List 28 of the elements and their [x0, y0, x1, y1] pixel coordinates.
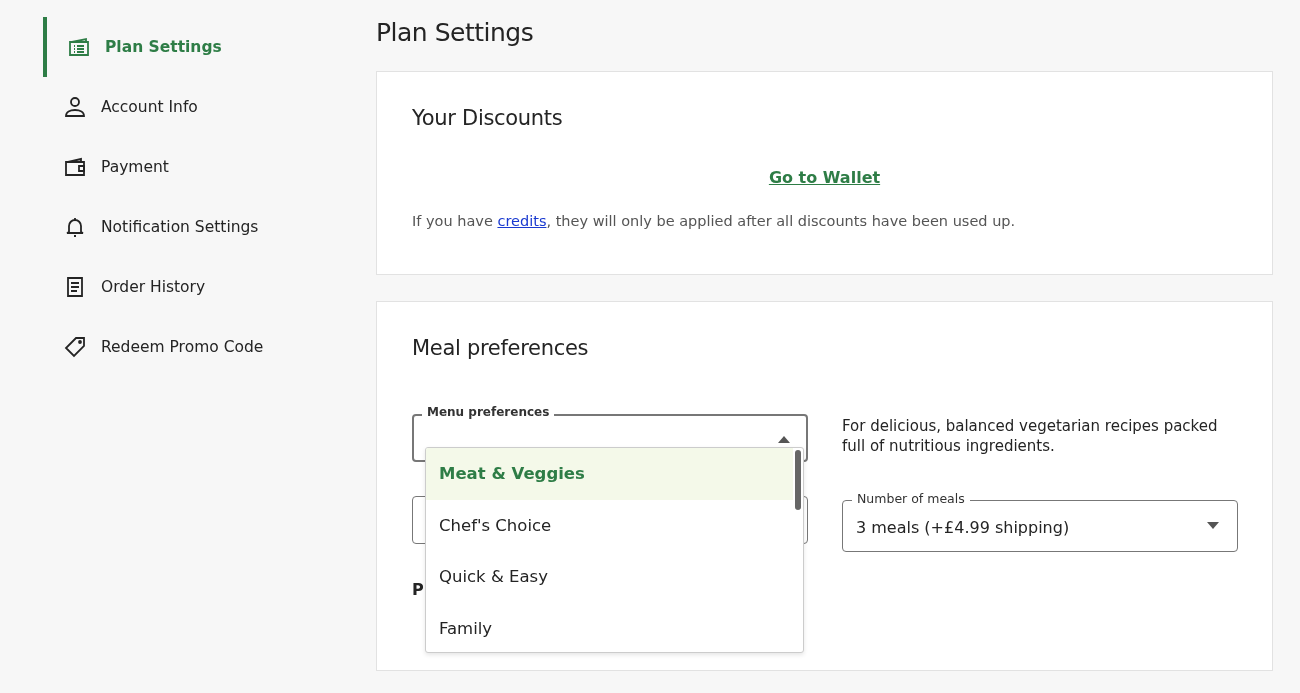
dropdown-option[interactable]: Quick & Easy — [426, 551, 793, 603]
sidebar-item[interactable]: Account Info — [43, 77, 345, 137]
section-heading: P — [412, 580, 423, 599]
plan-card-icon — [67, 35, 91, 59]
card-title: Your Discounts — [412, 106, 564, 130]
field-label: Number of meals — [852, 491, 970, 506]
select-value: 3 meals (+£4.99 shipping) — [855, 517, 1070, 537]
wallet-icon — [63, 155, 87, 179]
sidebar-item[interactable]: Order History — [43, 257, 345, 317]
field-label: Menu preferences — [422, 405, 555, 419]
dropdown-option[interactable]: Meat & Veggies — [426, 448, 793, 500]
page-title: Plan Settings — [376, 18, 535, 47]
description-text: For delicious, balanced vegetarian recipes packed full of nutritious ingredients. — [842, 416, 1219, 456]
dropdown-option[interactable]: Chef's Choice — [426, 499, 793, 551]
card-title: Meal preferences — [412, 336, 590, 360]
wallet-link[interactable]: Go to Wallet — [768, 168, 881, 187]
person-icon — [63, 95, 87, 119]
tag-icon — [63, 335, 87, 359]
caret-icon — [1207, 522, 1219, 529]
credits-link[interactable]: credits — [497, 213, 547, 229]
caret-icon — [778, 436, 790, 443]
credits-note: If you have credits, they will only be applied after all discounts have been used up. — [412, 213, 1017, 229]
dropdown-option[interactable]: Family — [426, 602, 793, 652]
sidebar-item[interactable]: Plan Settings — [43, 17, 345, 77]
sidebar-item[interactable]: Payment — [43, 137, 345, 197]
sidebar-item[interactable]: Notification Settings — [43, 197, 345, 257]
scrollbar-thumb[interactable] — [795, 450, 801, 510]
sidebar-item[interactable]: Redeem Promo Code — [43, 317, 345, 377]
